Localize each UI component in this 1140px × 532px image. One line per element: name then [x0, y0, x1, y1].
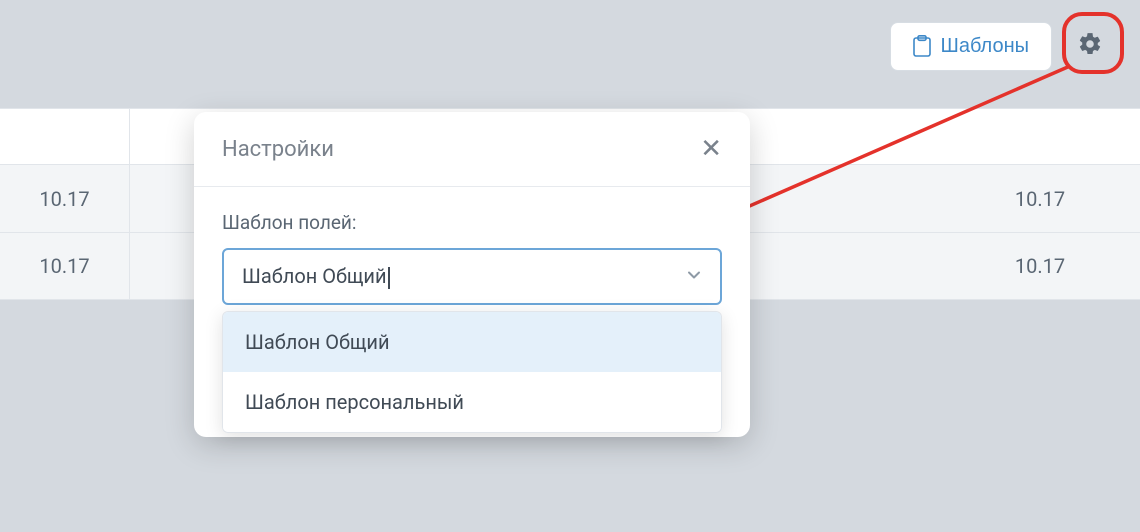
- template-select-input[interactable]: Шаблон Общий: [222, 248, 722, 305]
- table-cell: 10.17: [940, 254, 1140, 278]
- clipboard-icon: [913, 35, 931, 57]
- templates-button-label: Шаблоны: [941, 35, 1029, 58]
- template-dropdown: Шаблон Общий Шаблон персональный: [222, 311, 722, 433]
- settings-button[interactable]: [1064, 20, 1116, 72]
- table-header-cell: [0, 109, 130, 164]
- gear-icon: [1077, 31, 1103, 61]
- modal-title: Настройки: [222, 137, 334, 162]
- dropdown-option[interactable]: Шаблон Общий: [223, 312, 721, 372]
- templates-button[interactable]: Шаблоны: [890, 22, 1052, 71]
- select-value: Шаблон Общий: [242, 264, 387, 288]
- table-cell: 10.17: [940, 187, 1140, 211]
- dropdown-option[interactable]: Шаблон персональный: [223, 372, 721, 432]
- table-cell: 10.17: [0, 165, 130, 232]
- field-label: Шаблон полей:: [222, 211, 722, 234]
- close-icon[interactable]: ✕: [700, 136, 722, 162]
- table-cell: 10.17: [0, 233, 130, 299]
- settings-modal: Настройки ✕ Шаблон полей: Шаблон Общий Ш…: [194, 112, 750, 437]
- chevron-down-icon: [686, 264, 702, 288]
